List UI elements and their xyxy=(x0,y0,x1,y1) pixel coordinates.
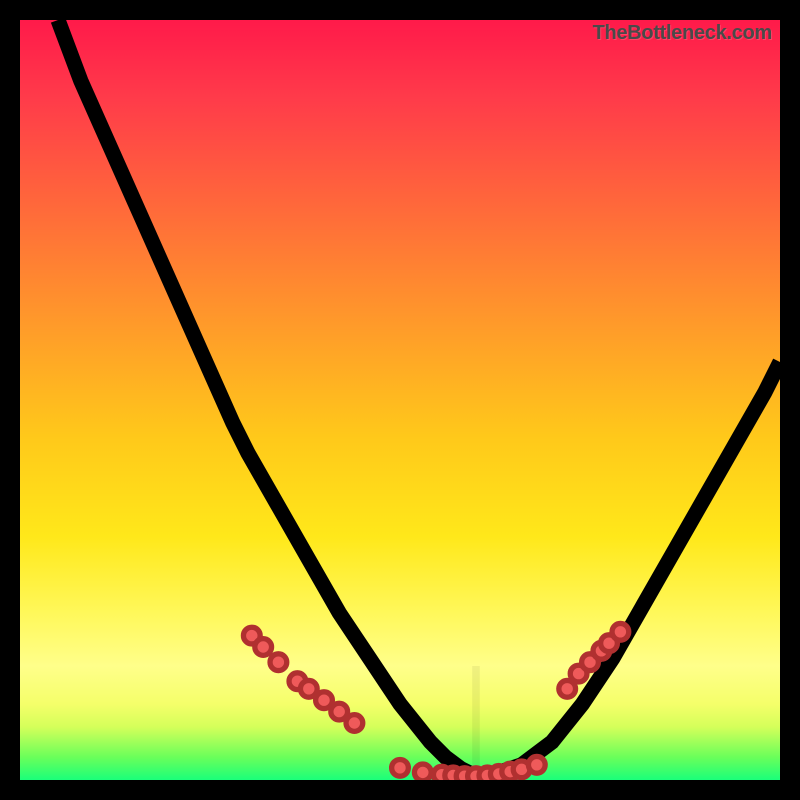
markers-bottom-group xyxy=(392,756,546,780)
plot-area: TheBottleneck.com xyxy=(20,20,780,780)
right-curve-path xyxy=(476,362,780,776)
data-marker xyxy=(414,764,431,780)
markers-left-group xyxy=(243,627,362,731)
data-marker xyxy=(612,623,629,640)
data-marker xyxy=(255,639,272,656)
chart-svg xyxy=(20,20,780,780)
data-marker xyxy=(392,759,409,776)
left-curve-path xyxy=(58,20,476,776)
watermark-text: TheBottleneck.com xyxy=(593,22,772,45)
chart-container: TheBottleneck.com xyxy=(0,0,800,800)
data-marker xyxy=(346,715,363,732)
data-marker xyxy=(270,654,287,671)
data-marker xyxy=(528,756,545,773)
